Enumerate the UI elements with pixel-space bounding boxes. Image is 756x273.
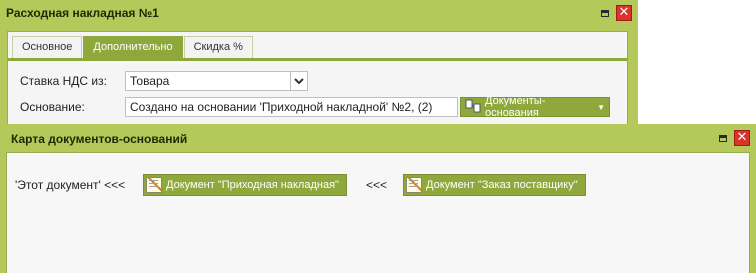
tab-bar: Основное Дополнительно Скидка % (12, 36, 254, 58)
document-map-panel: 'Этот документ' <<< Документ "Приходная … (6, 152, 750, 273)
close-icon[interactable]: ✕ (616, 5, 632, 21)
doc-button-label: Документ "Приходная накладная" (166, 179, 339, 191)
document-icon (146, 177, 162, 193)
invoice-window-titlebar[interactable]: Расходная накладная №1 ✕ (0, 0, 638, 27)
tab-underline (8, 58, 627, 61)
vat-select-value[interactable]: Товара (125, 71, 291, 91)
doc-button-supplier-order[interactable]: Документ "Заказ поставщику" (403, 174, 586, 196)
vat-select[interactable]: Товара (125, 71, 308, 91)
doc-button-label: Документ "Заказ поставщику" (426, 179, 578, 191)
close-icon[interactable]: ✕ (734, 130, 750, 146)
document-icon (406, 177, 422, 193)
minimize-icon[interactable] (597, 5, 613, 21)
tab-additional[interactable]: Дополнительно (83, 36, 183, 58)
documents-basis-label: Документы-основания (485, 95, 546, 119)
link-documents-icon (465, 99, 481, 116)
basis-label: Основание: (20, 100, 85, 114)
basis-field[interactable]: Создано на основании 'Приходной накладно… (125, 97, 458, 117)
chain-separator: <<< (366, 178, 388, 192)
chevron-down-icon[interactable] (291, 71, 308, 91)
caret-down-icon: ▼ (597, 102, 605, 112)
minimize-icon[interactable] (715, 130, 731, 146)
this-document-label: 'Этот документ' <<< (15, 178, 126, 192)
document-map-window: Карта документов-оснований ✕ 'Этот докум… (0, 124, 756, 273)
vat-label: Ставка НДС из: (20, 74, 107, 88)
tab-discount[interactable]: Скидка % (183, 36, 253, 58)
tab-main[interactable]: Основное (12, 36, 83, 58)
map-window-title: Карта документов-оснований (11, 132, 188, 146)
window-title: Расходная накладная №1 (6, 6, 159, 20)
doc-button-receipt[interactable]: Документ "Приходная накладная" (143, 174, 347, 196)
documents-basis-button[interactable]: Документы-основания ▼ (460, 95, 610, 119)
